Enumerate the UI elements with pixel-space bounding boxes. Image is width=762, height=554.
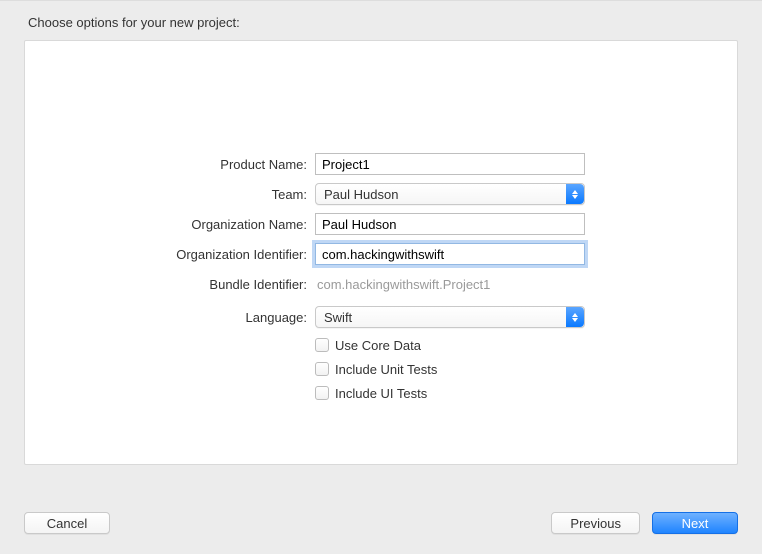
include-ui-tests-label: Include UI Tests [335, 386, 427, 401]
updown-arrows-icon [566, 184, 584, 204]
language-select[interactable]: Swift [315, 306, 585, 328]
include-unit-tests-row: Include Unit Tests [25, 360, 737, 378]
product-name-input[interactable] [315, 153, 585, 175]
team-select-value: Paul Hudson [324, 187, 398, 202]
team-select[interactable]: Paul Hudson [315, 183, 585, 205]
use-core-data-label: Use Core Data [335, 338, 421, 353]
previous-button[interactable]: Previous [551, 512, 640, 534]
new-project-options-sheet: Choose options for your new project: Pro… [0, 0, 762, 554]
organization-name-input[interactable] [315, 213, 585, 235]
bundle-identifier-label: Bundle Identifier: [25, 277, 315, 292]
organization-identifier-input[interactable] [315, 243, 585, 265]
button-bar: Cancel Previous Next [24, 512, 738, 534]
use-core-data-checkbox[interactable] [315, 338, 329, 352]
cancel-button[interactable]: Cancel [24, 512, 110, 534]
product-name-row: Product Name: [25, 153, 737, 175]
organization-identifier-row: Organization Identifier: [25, 243, 737, 265]
language-label: Language: [25, 310, 315, 325]
organization-name-row: Organization Name: [25, 213, 737, 235]
use-core-data-row: Use Core Data [25, 336, 737, 354]
team-label: Team: [25, 187, 315, 202]
options-form: Product Name: Team: Paul Hudson [25, 153, 737, 408]
team-row: Team: Paul Hudson [25, 183, 737, 205]
options-panel: Product Name: Team: Paul Hudson [24, 40, 738, 465]
next-button[interactable]: Next [652, 512, 738, 534]
include-ui-tests-checkbox[interactable] [315, 386, 329, 400]
include-ui-tests-row: Include UI Tests [25, 384, 737, 402]
bundle-identifier-value: com.hackingwithswift.Project1 [315, 277, 490, 292]
product-name-label: Product Name: [25, 157, 315, 172]
language-select-value: Swift [324, 310, 352, 325]
include-unit-tests-checkbox[interactable] [315, 362, 329, 376]
updown-arrows-icon [566, 307, 584, 327]
include-unit-tests-label: Include Unit Tests [335, 362, 437, 377]
bundle-identifier-row: Bundle Identifier: com.hackingwithswift.… [25, 273, 737, 295]
organization-identifier-label: Organization Identifier: [25, 247, 315, 262]
language-row: Language: Swift [25, 306, 737, 328]
sheet-title: Choose options for your new project: [0, 1, 762, 40]
organization-name-label: Organization Name: [25, 217, 315, 232]
